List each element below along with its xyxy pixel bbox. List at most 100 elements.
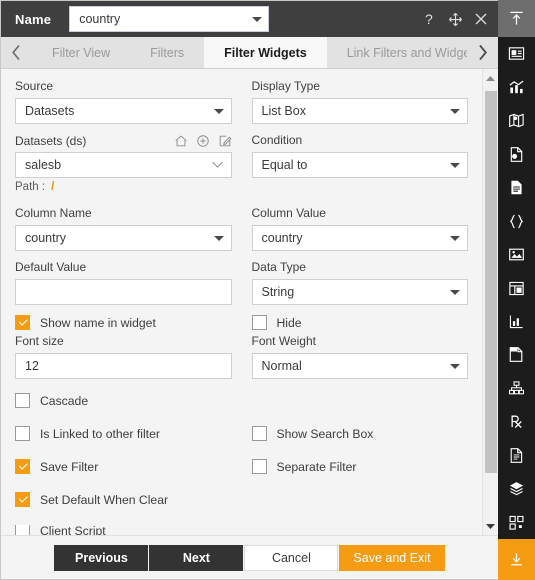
name-label: Name bbox=[15, 11, 52, 27]
font-size-value: 12 bbox=[25, 359, 39, 373]
svg-text:?: ? bbox=[425, 12, 433, 27]
chevron-down-icon bbox=[450, 289, 460, 295]
edit-icon[interactable] bbox=[218, 134, 232, 148]
chevron-down-icon bbox=[450, 363, 460, 369]
font-size-input[interactable]: 12 bbox=[15, 353, 232, 379]
tab-scroll-right-button[interactable] bbox=[467, 37, 498, 68]
scroll-down-arrow[interactable] bbox=[485, 519, 496, 533]
column-name-value: country bbox=[25, 231, 66, 245]
dialog-window: Name country ? Filter View Filters Filte… bbox=[0, 0, 498, 580]
row-default-datatype: Default Value Data Type String bbox=[15, 260, 468, 305]
tab-filters[interactable]: Filters bbox=[130, 37, 205, 68]
download-icon[interactable] bbox=[498, 539, 535, 580]
datasets-select[interactable]: salesb bbox=[15, 152, 232, 178]
dashboard-icon[interactable] bbox=[498, 37, 535, 70]
column-value-select[interactable]: country bbox=[251, 225, 468, 251]
chevron-down-icon bbox=[213, 235, 224, 241]
dialog-titlebar: Name country ? bbox=[1, 1, 498, 37]
copy-page-icon[interactable] bbox=[498, 338, 535, 371]
source-value: Datasets bbox=[25, 104, 75, 118]
options-checkbox-list: Cascade Is Linked to other filter Show S… bbox=[15, 393, 468, 535]
tab-scroll-left-button[interactable] bbox=[1, 37, 32, 68]
tab-filter-widgets[interactable]: Filter Widgets bbox=[204, 37, 327, 68]
cancel-button[interactable]: Cancel bbox=[244, 544, 339, 571]
path-label: Path : bbox=[15, 181, 46, 193]
layers-icon[interactable] bbox=[498, 472, 535, 505]
bar-small-icon[interactable] bbox=[498, 305, 535, 338]
data-type-value: String bbox=[261, 285, 295, 299]
checkbox-show-search-box[interactable]: Show Search Box bbox=[251, 426, 469, 441]
font-weight-value: Normal bbox=[261, 359, 302, 373]
checkbox-label: Hide bbox=[276, 315, 302, 330]
checkbox-box bbox=[15, 393, 30, 408]
checkbox-save-filter[interactable]: Save Filter bbox=[15, 459, 232, 474]
code-braces-icon[interactable] bbox=[498, 204, 535, 237]
datasets-actions bbox=[174, 134, 232, 148]
tab-filter-view[interactable]: Filter View bbox=[32, 37, 131, 68]
scroll-up-arrow[interactable] bbox=[485, 71, 496, 85]
home-icon[interactable] bbox=[174, 134, 188, 148]
hierarchy-icon[interactable] bbox=[498, 372, 535, 405]
font-weight-select[interactable]: Normal bbox=[251, 353, 468, 379]
checkbox-is-linked-to-other-filter[interactable]: Is Linked to other filter bbox=[15, 426, 232, 441]
row-client-script: Client Script bbox=[15, 525, 468, 535]
previous-button[interactable]: Previous bbox=[54, 544, 149, 571]
prescription-icon[interactable] bbox=[498, 405, 535, 438]
data-type-label: Data Type bbox=[251, 260, 306, 274]
tabs-scroll-area: Filter View Filters Filter Widgets Link … bbox=[32, 37, 467, 68]
data-type-select[interactable]: String bbox=[251, 279, 468, 305]
help-icon[interactable]: ? bbox=[423, 12, 437, 27]
table-widget-icon[interactable] bbox=[498, 271, 535, 304]
checkbox-hide[interactable]: Hide bbox=[251, 315, 469, 330]
document-icon[interactable] bbox=[498, 171, 535, 204]
scrollbar-thumb[interactable] bbox=[484, 91, 497, 473]
checkbox-box bbox=[15, 459, 30, 474]
checkbox-separate-filter[interactable]: Separate Filter bbox=[251, 459, 469, 474]
checkbox-label: Set Default When Clear bbox=[40, 492, 169, 507]
field-group-datasets: Datasets (ds) salesb Path: / bbox=[15, 133, 232, 197]
map-icon[interactable] bbox=[498, 104, 535, 137]
scrollbar-track[interactable] bbox=[483, 85, 499, 519]
checkbox-box bbox=[15, 426, 30, 441]
checkbox-show-name-in-widget[interactable]: Show name in widget bbox=[15, 315, 232, 330]
checkbox-client-script[interactable]: Client Script bbox=[15, 525, 237, 535]
collapse-panel-icon[interactable] bbox=[498, 0, 535, 37]
chevron-down-icon bbox=[213, 108, 224, 114]
column-name-select[interactable]: country bbox=[15, 225, 232, 251]
chart-icon[interactable] bbox=[498, 70, 535, 103]
field-group-font-weight: Font Weight Normal bbox=[251, 334, 468, 379]
close-icon[interactable] bbox=[474, 12, 488, 26]
source-select[interactable]: Datasets bbox=[15, 98, 232, 124]
field-group-font-size: Font size 12 bbox=[15, 334, 232, 379]
form-scrollbar[interactable] bbox=[482, 69, 498, 535]
display-type-select[interactable]: List Box bbox=[251, 98, 468, 124]
right-toolbar-rail bbox=[498, 0, 535, 580]
filter-widget-form: Source Datasets Display Type List Box Da… bbox=[1, 69, 482, 535]
add-circle-icon[interactable] bbox=[196, 134, 210, 148]
script-doc-icon[interactable] bbox=[498, 439, 535, 472]
move-icon[interactable] bbox=[448, 12, 463, 27]
name-select-value: country bbox=[79, 12, 121, 26]
checkbox-label: Is Linked to other filter bbox=[40, 426, 160, 441]
font-weight-label: Font Weight bbox=[251, 334, 316, 348]
default-value-input[interactable] bbox=[15, 279, 232, 305]
condition-select[interactable]: Equal to bbox=[251, 152, 468, 178]
tab-link-filters-and-widgets[interactable]: Link Filters and Widgets bbox=[326, 37, 467, 68]
checkbox-set-default-when-clear[interactable]: Set Default When Clear bbox=[15, 492, 237, 507]
tab-bar: Filter View Filters Filter Widgets Link … bbox=[1, 37, 498, 69]
chevron-down-icon bbox=[252, 16, 263, 22]
datasets-label-row: Datasets (ds) bbox=[15, 133, 232, 148]
next-button[interactable]: Next bbox=[149, 544, 244, 571]
name-select[interactable]: country bbox=[69, 6, 270, 32]
save-and-exit-button[interactable]: Save and Exit bbox=[339, 544, 445, 571]
dialog-footer: Previous Next Cancel Save and Exit bbox=[1, 535, 498, 579]
grid-apps-icon[interactable] bbox=[498, 506, 535, 539]
image-icon[interactable] bbox=[498, 238, 535, 271]
field-group-data-type: Data Type String bbox=[251, 260, 468, 305]
report-page-icon[interactable] bbox=[498, 137, 535, 170]
path-value: / bbox=[51, 181, 55, 193]
checkbox-cascade[interactable]: Cascade bbox=[15, 393, 237, 408]
datasets-path: Path : / bbox=[15, 181, 232, 193]
display-type-label: Display Type bbox=[251, 79, 320, 93]
row-column-name-value: Column Name country Column Value country bbox=[15, 206, 468, 251]
